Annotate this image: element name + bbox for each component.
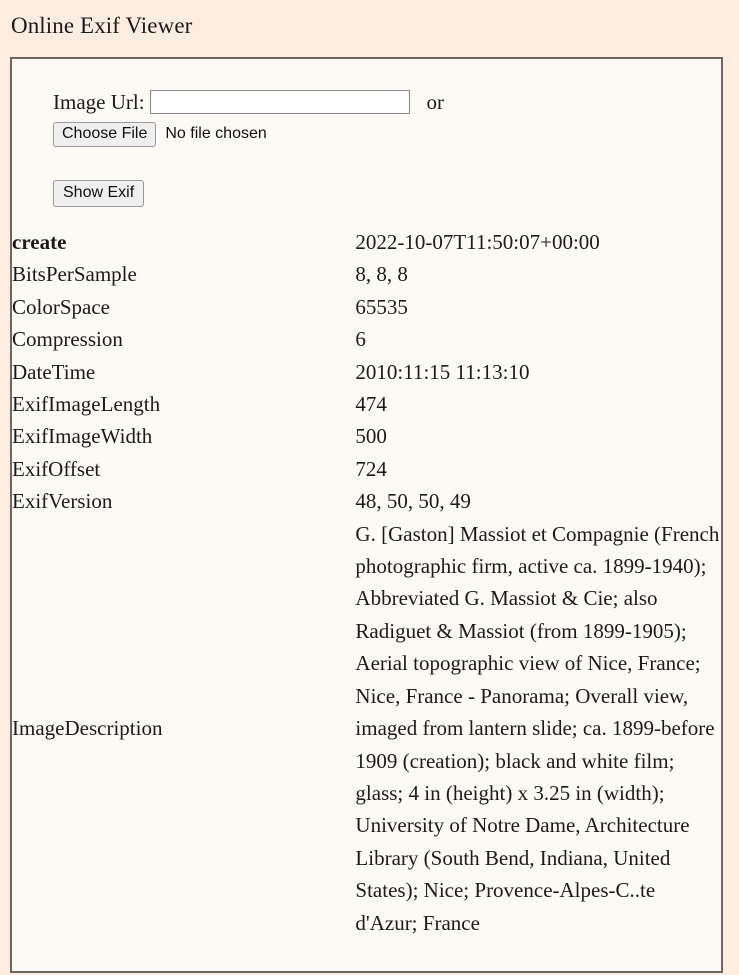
table-row: create 2022-10-07T11:50:07+00:00 bbox=[12, 226, 721, 258]
table-row: Compression 6 bbox=[12, 323, 721, 355]
table-row: ImageDescription G. [Gaston] Massiot et C… bbox=[12, 518, 721, 939]
choose-file-button[interactable]: Choose File bbox=[53, 121, 157, 147]
exif-key-cell: ExifImageWidth bbox=[12, 424, 153, 449]
image-url-label: Image Url: bbox=[53, 89, 145, 114]
exif-key-cell: ImageDescription bbox=[12, 716, 163, 741]
table-row: ExifVersion 48, 50, 50, 49 bbox=[12, 485, 721, 517]
image-url-row: Image Url: or bbox=[53, 89, 721, 115]
file-upload-row: Choose File No file chosen bbox=[53, 121, 721, 147]
or-separator-label: or bbox=[426, 89, 445, 114]
table-row: ExifImageLength 474 bbox=[12, 388, 721, 420]
exif-viewer-panel: Image Url: or Choose File No file chosen… bbox=[10, 57, 723, 973]
exif-data-table: create 2022-10-07T11:50:07+00:00 BitsPerSa… bbox=[12, 226, 721, 939]
exif-value-cell: 500 bbox=[355, 424, 387, 449]
exif-key-cell: create bbox=[12, 230, 67, 254]
exif-input-form: Image Url: or Choose File No file chosen… bbox=[12, 59, 721, 207]
show-exif-row: Show Exif bbox=[53, 147, 721, 207]
exif-key-cell: ColorSpace bbox=[12, 294, 110, 319]
exif-key-cell: BitsPerSample bbox=[12, 262, 137, 287]
table-row: DateTime 2010:11:15 11:13:10 bbox=[12, 356, 721, 388]
table-row: ExifImageWidth 500 bbox=[12, 420, 721, 452]
exif-key-cell: ExifVersion bbox=[12, 489, 113, 514]
table-row: ExifOffset 724 bbox=[12, 453, 721, 485]
image-url-input[interactable] bbox=[149, 90, 410, 114]
exif-value-cell: 2010:11:15 11:13:10 bbox=[355, 359, 530, 384]
exif-value-cell: G. [Gaston] Massiot et Compagnie (French… bbox=[355, 521, 720, 935]
table-row: BitsPerSample 8, 8, 8 bbox=[12, 258, 721, 290]
exif-value-cell: 724 bbox=[355, 456, 387, 481]
exif-key-cell: Compression bbox=[12, 327, 123, 352]
exif-key-cell: ExifImageLength bbox=[12, 392, 161, 417]
exif-key-cell: ExifOffset bbox=[12, 456, 101, 481]
exif-key-cell: DateTime bbox=[12, 359, 96, 384]
table-row: ColorSpace 65535 bbox=[12, 291, 721, 323]
exif-value-cell: 2022-10-07T11:50:07+00:00 bbox=[355, 230, 600, 254]
page-title: Online Exif Viewer bbox=[11, 13, 193, 38]
selected-file-name: No file chosen bbox=[165, 125, 267, 142]
exif-value-cell: 8, 8, 8 bbox=[355, 262, 408, 287]
exif-table-body: create 2022-10-07T11:50:07+00:00 BitsPerSa… bbox=[12, 226, 721, 939]
exif-value-cell: 48, 50, 50, 49 bbox=[355, 489, 471, 514]
exif-value-cell: 65535 bbox=[355, 294, 408, 319]
exif-value-cell: 6 bbox=[355, 327, 366, 352]
show-exif-button[interactable]: Show Exif bbox=[53, 180, 145, 207]
exif-value-cell: 474 bbox=[355, 392, 387, 417]
